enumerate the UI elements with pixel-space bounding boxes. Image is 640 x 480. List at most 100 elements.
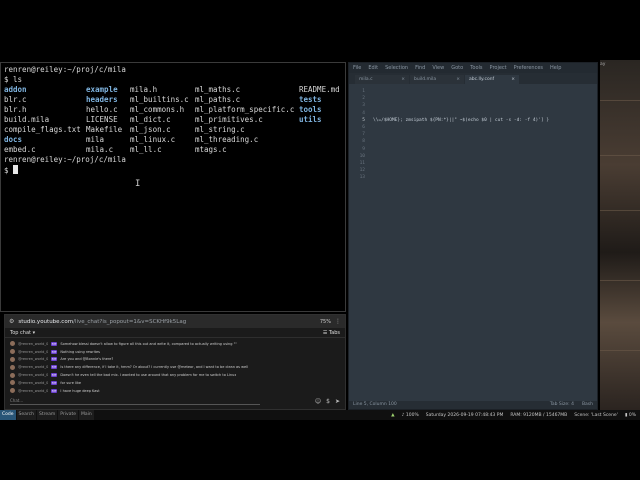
chat-message[interactable]: @renren_world_001MTSomehow blessi doesn'… — [10, 340, 340, 348]
code-line[interactable] — [373, 160, 597, 167]
ls-file: mila.h — [130, 85, 158, 94]
code-line[interactable] — [373, 174, 597, 181]
editor-menu-help[interactable]: Help — [550, 65, 561, 71]
chat-message[interactable]: @renren_world_001MTNothing using rewrite… — [10, 348, 340, 356]
terminal-window[interactable]: renren@reiley:~/proj/c/mila $ ls addon ex… — [0, 62, 346, 312]
super-chat-icon[interactable]: $ — [326, 398, 330, 405]
chat-message[interactable]: @renren_world_001MTfor sure like — [10, 379, 340, 387]
line-number: 12 — [359, 168, 365, 174]
editor-tab-size[interactable]: Tab Size: 4 — [550, 402, 574, 408]
workspace-private[interactable]: Private — [58, 410, 78, 420]
ls-row: embed.c mila.c ml_ll.c mtags.c — [4, 145, 342, 155]
editor-tab[interactable]: abc.lly.conf × — [465, 75, 519, 84]
editor-menu-find[interactable]: Find — [415, 65, 425, 71]
chat-username[interactable]: @renren_world_001 — [18, 350, 48, 354]
chat-message[interactable]: @renren_world_001MTIs there any differen… — [10, 363, 340, 371]
site-settings-icon[interactable]: ⚙ — [9, 318, 14, 325]
avatar[interactable] — [10, 341, 15, 347]
ls-row: blr.h hello.c ml_commons.h ml_platform_spec… — [4, 105, 342, 115]
emoji-icon[interactable]: ☺ — [315, 398, 321, 405]
ls-file: mila — [86, 135, 105, 144]
url-host: studio.youtube.com — [18, 318, 74, 325]
editor-gutter: 1 2 3 4 5 6 7 8 9 10 11 12 13 — [349, 84, 369, 402]
ls-row: docs mila ml_linux.c ml_threading.c — [4, 135, 342, 145]
chat-username[interactable]: @renren_world_001 — [18, 342, 48, 346]
more-icon[interactable]: ⋮ — [335, 318, 341, 325]
editor-code-area[interactable]: \\=/$HOME}; zmsipath ${PN:*}||" ~$(echo … — [369, 84, 597, 402]
avatar[interactable] — [10, 372, 15, 378]
close-icon[interactable]: × — [511, 77, 515, 82]
code-line[interactable] — [373, 153, 597, 160]
line-number: 13 — [359, 175, 365, 181]
avatar[interactable] — [10, 380, 15, 386]
avatar[interactable] — [10, 349, 15, 355]
ls-row: build.mila LICENSE ml_dict.c ml_primitives.… — [4, 115, 342, 125]
avatar[interactable] — [10, 356, 15, 362]
code-line[interactable] — [373, 110, 597, 117]
volume-label[interactable]: ♪ 100% — [402, 413, 419, 418]
editor-tabs: mila.c × build.mila × abc.lly.conf × — [349, 73, 597, 84]
close-icon[interactable]: × — [401, 77, 405, 82]
chat-input[interactable]: Chat... — [10, 398, 260, 405]
editor-menu-view[interactable]: View — [432, 65, 444, 71]
ls-directory: docs — [4, 135, 23, 144]
workspace-stream[interactable]: Stream — [37, 410, 58, 420]
terminal-input-line[interactable]: $ — [4, 165, 342, 175]
send-icon[interactable]: ➤ — [335, 398, 340, 405]
chat-message[interactable]: @renren_world_001MTI have huge deep Kast — [10, 387, 340, 395]
terminal-cursor — [13, 165, 19, 174]
workspace-main[interactable]: Main — [79, 410, 94, 420]
chat-message[interactable]: @renren_world_001MTAre you and @Bonnie's… — [10, 356, 340, 364]
chat-message[interactable]: @renren_world_001MTDoesn't he even tell … — [10, 371, 340, 379]
code-line[interactable] — [373, 146, 597, 153]
avatar[interactable] — [10, 364, 15, 370]
avatar[interactable] — [10, 388, 15, 394]
code-line[interactable] — [373, 131, 597, 138]
ls-file: build.mila — [4, 115, 50, 124]
chat-username[interactable]: @renren_world_001 — [18, 357, 48, 361]
chat-actions: ☺ $ ➤ — [315, 398, 340, 405]
chevron-down-icon[interactable]: ▾ — [33, 330, 36, 336]
browser-url[interactable]: studio.youtube.com/live_chat?is_popout=1… — [18, 319, 315, 325]
live-chat-browser-window[interactable]: ⚙ studio.youtube.com/live_chat?is_popout… — [4, 314, 346, 410]
member-badge: MT — [51, 388, 58, 393]
chat-username[interactable]: @renren_world_001 — [18, 365, 48, 369]
zoom-level[interactable]: 75% — [320, 319, 331, 325]
ls-file: ml_maths.c — [195, 85, 241, 94]
ls-file: ml_platform_specific.c — [195, 105, 295, 114]
chat-username[interactable]: @renren_world_001 — [18, 389, 48, 393]
editor-menu-edit[interactable]: Edit — [368, 65, 378, 71]
code-line[interactable] — [373, 95, 597, 102]
code-line[interactable] — [373, 167, 597, 174]
editor-syntax[interactable]: Bash — [582, 402, 593, 408]
code-line[interactable]: \\=/$HOME}; zmsipath ${PN:*}||" ~$(echo … — [373, 117, 597, 124]
chat-username[interactable]: @renren_world_001 — [18, 373, 48, 377]
editor-body[interactable]: 1 2 3 4 5 6 7 8 9 10 11 12 13 \\=/$HOME}; zmsipath $… — [349, 84, 597, 402]
editor-tab[interactable]: mila.c × — [355, 75, 409, 84]
editor-menu-selection[interactable]: Selection — [385, 65, 408, 71]
editor-menu-tools[interactable]: Tools — [470, 65, 482, 71]
editor-tab[interactable]: build.mila × — [410, 75, 464, 84]
workspace-search[interactable]: Search — [16, 410, 36, 420]
chat-username[interactable]: @renren_world_001 — [18, 381, 48, 385]
editor-menu-goto[interactable]: Goto — [451, 65, 463, 71]
people-icon[interactable]: ☰ — [323, 330, 327, 336]
code-line[interactable] — [373, 88, 597, 95]
workspace-code[interactable]: Code — [0, 410, 16, 420]
editor-menu-file[interactable]: File — [353, 65, 361, 71]
code-line[interactable] — [373, 124, 597, 131]
chat-menu[interactable]: Tabs — [329, 330, 340, 336]
browser-address-bar[interactable]: ⚙ studio.youtube.com/live_chat?is_popout… — [5, 315, 345, 328]
close-icon[interactable]: × — [456, 77, 460, 82]
editor-menu-project[interactable]: Project — [490, 65, 507, 71]
editor-menu-preferences[interactable]: Preferences — [514, 65, 543, 71]
obs-scene: Scene: 'Last Scene' — [574, 412, 618, 418]
battery-icon: ▮ — [624, 412, 628, 418]
member-badge: MT — [51, 341, 58, 346]
text-editor-window[interactable]: File Edit Selection Find View Goto Tools Projec… — [348, 62, 598, 410]
chat-message-list[interactable]: @renren_world_001MTSomehow blessi doesn'… — [5, 338, 345, 397]
code-line[interactable] — [373, 102, 597, 109]
chat-title[interactable]: Top chat — [10, 330, 31, 336]
code-line[interactable] — [373, 138, 597, 145]
member-badge: MT — [51, 365, 58, 370]
